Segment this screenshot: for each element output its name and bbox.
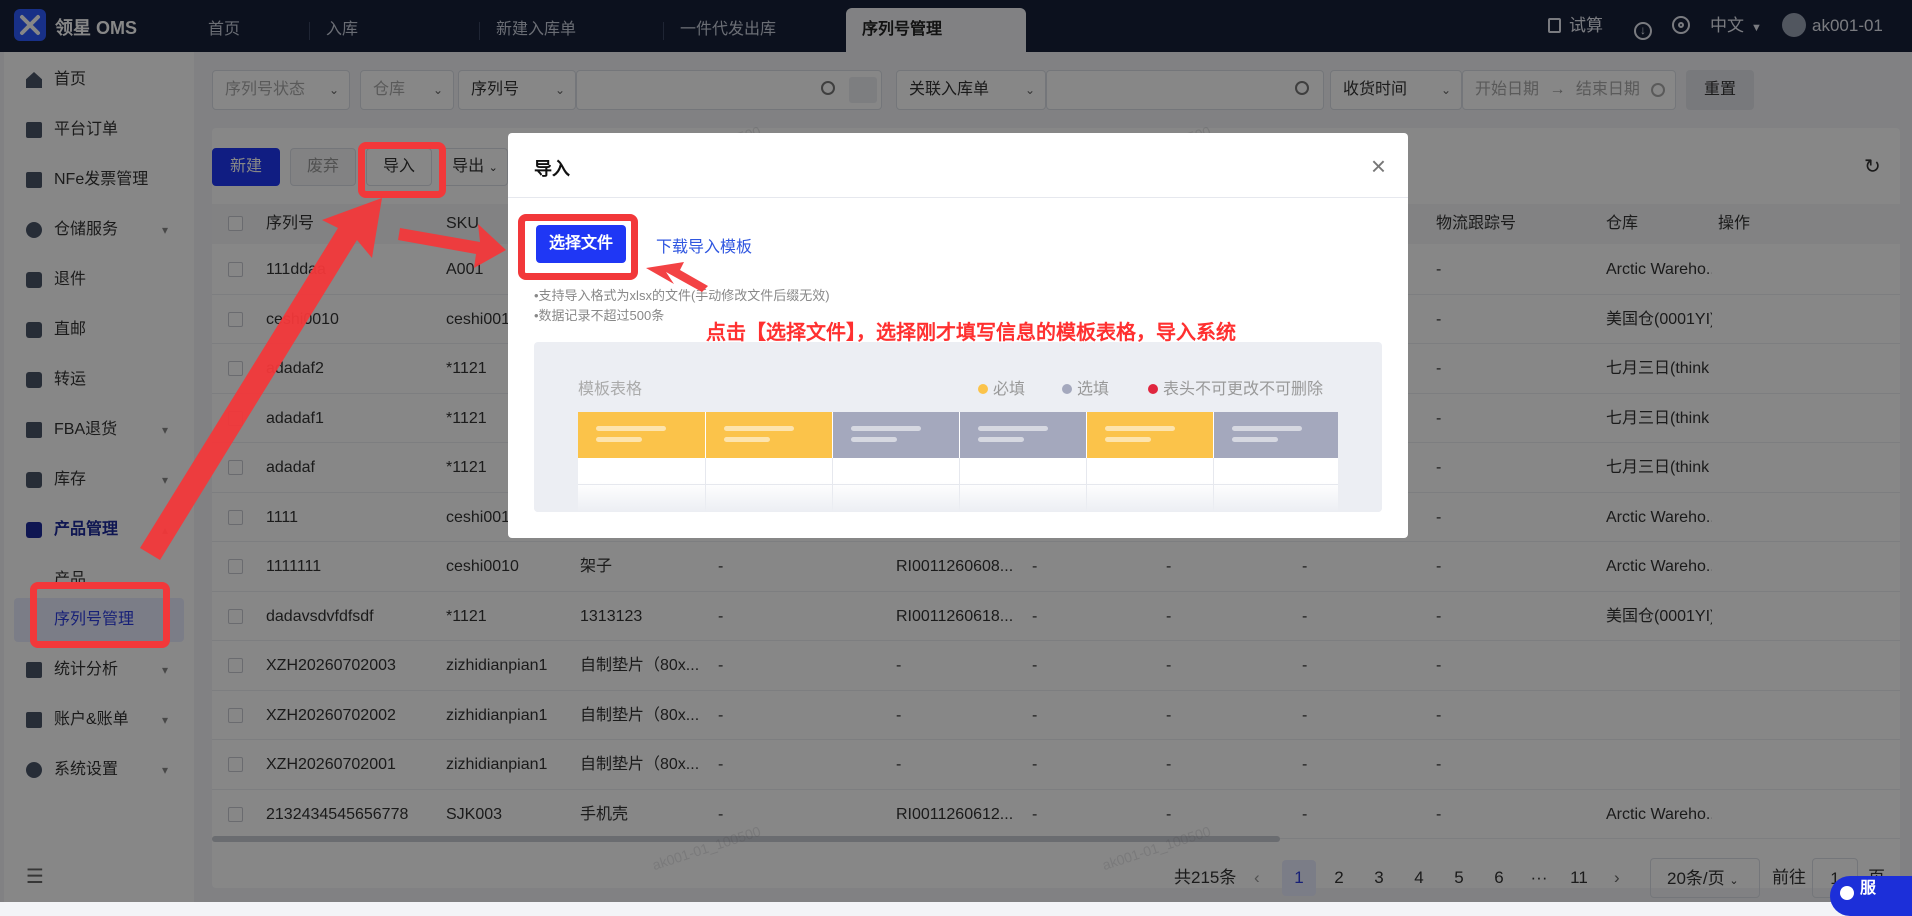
tutorial-instruction: 点击【选择文件】，选择刚才填写信息的模板表格，导入系统 [706,322,1236,344]
help-icon [1840,886,1854,900]
customer-service-button[interactable]: 服 [1830,876,1912,916]
arrow-icon [398,224,506,268]
arrow-icon [140,198,382,560]
tutorial-arrows [140,198,708,560]
arrow-icon [646,262,708,292]
